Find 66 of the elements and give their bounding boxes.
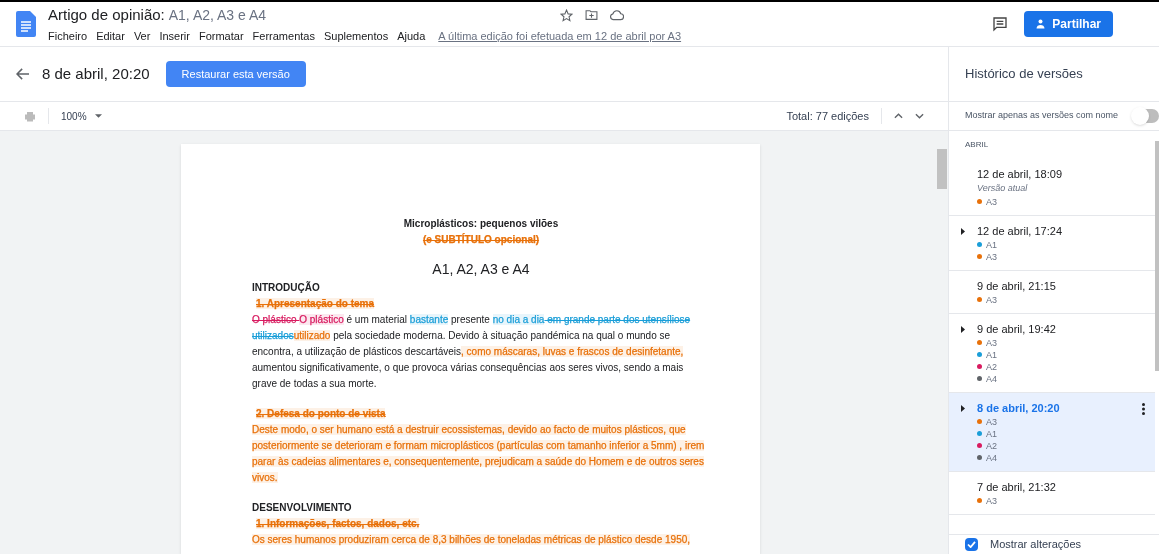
menu-item[interactable]: Suplementos xyxy=(323,27,389,44)
version-date: 12 de abril, 18:09 xyxy=(977,167,1063,182)
paragraph: Os seres humanos produziram cerca de 8,3 bilhões de toneladas métricas de plástico desde 1950, xyxy=(252,533,692,547)
author-name: A3 xyxy=(986,415,997,428)
document-title[interactable]: Artigo de opinião: xyxy=(48,4,165,27)
author-name: A3 xyxy=(986,494,997,507)
version-date: 9 de abril, 21:15 xyxy=(977,278,1057,294)
chevron-up-icon[interactable] xyxy=(894,113,903,119)
expand-caret-icon[interactable] xyxy=(961,404,965,412)
cloud-icon[interactable] xyxy=(610,9,625,21)
list-item: 2. Defesa do ponto de vista xyxy=(255,407,387,421)
month-heading: ABRIL xyxy=(964,139,990,151)
caret-icon xyxy=(94,114,102,118)
author-name: A3 xyxy=(986,195,997,208)
version-date: 7 de abril, 21:32 xyxy=(977,479,1057,495)
back-arrow-icon[interactable] xyxy=(16,68,30,80)
zoom-dropdown[interactable]: 100% xyxy=(61,108,102,124)
author-name: A2 xyxy=(986,360,997,373)
author-name: A3 xyxy=(986,293,997,306)
expand-caret-icon[interactable] xyxy=(961,227,965,235)
paragraph: Deste modo, o ser humano está a destruir ecossistemas, devido ao facto de muitos plásticos, que posteriormente se deterioram e formam microplásticos (partículas com tamanho inferior a 5mm) , irem parar às cadeias alimentares e, consequentemente, prejudicam a saúde do Homem e de outros seres vivos. xyxy=(252,423,706,485)
author-name: A3 xyxy=(986,250,997,263)
checkbox-label: Mostrar alterações xyxy=(990,537,1082,553)
document-subtitle: (e SUBTÍTULO opcional) xyxy=(421,232,541,247)
author-name: A2 xyxy=(986,439,997,452)
author-name: A4 xyxy=(986,451,997,464)
menu-item[interactable]: Ajuda xyxy=(397,27,426,44)
list-item: 1. Informações, factos, dados, etc. xyxy=(255,517,421,531)
section-heading: INTRODUÇÃO xyxy=(252,280,321,295)
expand-caret-icon[interactable] xyxy=(961,325,965,333)
version-date: 8 de abril, 20:20 xyxy=(977,400,1061,416)
document-title: Microplásticos: pequenos vilões xyxy=(402,217,560,231)
last-edit-link[interactable]: A última edição foi efetuada em 12 de abril por A3 xyxy=(438,27,682,44)
menu-item[interactable]: Editar xyxy=(96,27,125,44)
more-options-icon[interactable] xyxy=(1142,402,1145,415)
author-name: A1 xyxy=(986,427,997,440)
docs-logo-icon[interactable] xyxy=(16,11,36,37)
document-authors: A1, A2, A3 e A4 xyxy=(431,260,531,279)
menu-item[interactable]: Ferramentas xyxy=(252,27,315,44)
author-name: A1 xyxy=(986,238,997,251)
edit-total: Total: 77 edições xyxy=(786,108,869,124)
comment-icon[interactable] xyxy=(992,16,1009,32)
version-note: Versão atual xyxy=(977,182,1029,195)
author-name: A1 xyxy=(986,348,997,361)
version-date: 12 de abril, 17:24 xyxy=(977,223,1063,239)
toggle-label: Mostrar apenas as versões com nome xyxy=(965,109,1119,123)
version-entry[interactable]: 8 de abril, 20:20 A3 A1 A2 A4 xyxy=(949,392,1155,472)
folder-icon[interactable] xyxy=(585,9,599,22)
section-heading: DESENVOLVIMENTO xyxy=(252,501,353,515)
menu-item[interactable]: Inserir xyxy=(159,27,190,44)
document-authors: A1, A2, A3 e A4 xyxy=(168,5,267,25)
panel-title: Histórico de versões xyxy=(949,47,1159,102)
version-date: 9 de abril, 19:42 xyxy=(977,321,1057,337)
show-changes-checkbox[interactable] xyxy=(965,538,978,551)
share-button[interactable]: Partilhar xyxy=(1024,11,1113,37)
chevron-down-icon[interactable] xyxy=(915,113,924,119)
author-name: A4 xyxy=(986,372,997,385)
menu-item[interactable]: Ficheiro xyxy=(48,27,88,44)
star-icon[interactable] xyxy=(560,8,574,22)
author-name: A3 xyxy=(986,336,997,349)
paragraph: O plástico O plástico é um material bastante presente no dia a dia em grande parte dos utensíliose utilizadosutilizado pela sociedade moderna. Devido à situação pandémica na qual o mundo se encontra, a utilização de plásticos descartáveis, como máscaras, luvas e frascos de desinfetante, aumentou significativamente, o que provoca várias consequências aos seres vivos, sendo a mais grave de todas a sua morte. xyxy=(252,313,692,391)
menu-item[interactable]: Ver xyxy=(133,27,151,44)
menu-item[interactable]: Formatar xyxy=(198,27,244,44)
list-item: 1. Apresentação do tema xyxy=(255,297,376,311)
version-date: 8 de abril, 20:20 xyxy=(42,63,150,84)
restore-button[interactable]: Restaurar esta versão xyxy=(165,61,306,87)
